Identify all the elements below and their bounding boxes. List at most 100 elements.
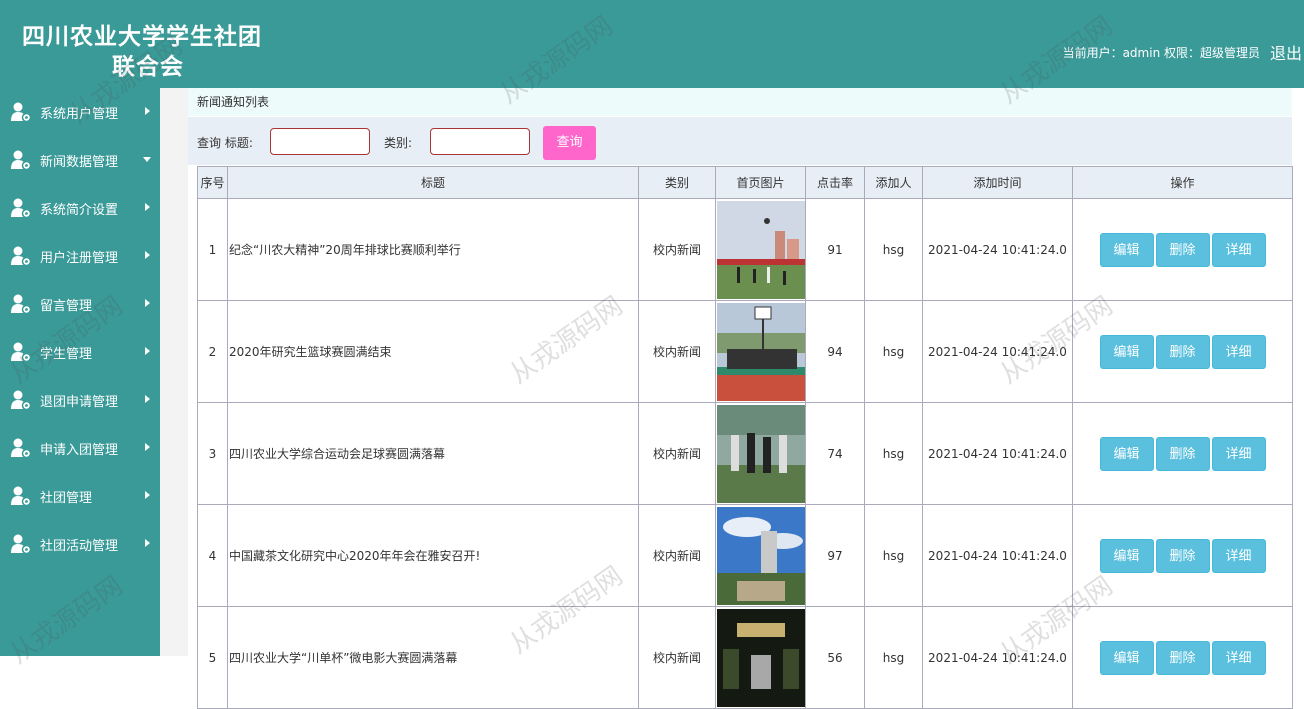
cell-actions: 编辑 删除 详细 [1072, 198, 1293, 301]
detail-button[interactable]: 详细 [1211, 640, 1266, 675]
edit-button[interactable]: 编辑 [1099, 436, 1154, 471]
user-gear-icon [10, 389, 32, 411]
user-gear-icon [10, 437, 32, 459]
delete-button[interactable]: 删除 [1155, 334, 1210, 369]
col-header-author: 添加人 [864, 166, 923, 199]
edit-button[interactable]: 编辑 [1099, 538, 1154, 573]
caret-right-icon [145, 251, 150, 259]
sidebar-item[interactable]: 社团活动管理 [0, 520, 160, 568]
delete-button[interactable]: 删除 [1155, 538, 1210, 573]
cell-no: 1 [197, 198, 228, 301]
delete-button[interactable]: 删除 [1155, 436, 1210, 471]
top-header: 四川农业大学学生社团 联合会 当前用户：admin 权限：超级管理员 退出 [0, 0, 1304, 88]
cell-category: 校内新闻 [638, 606, 716, 709]
title-search-label: 查询 标题: [197, 136, 253, 150]
cell-actions: 编辑 删除 详细 [1072, 504, 1293, 607]
news-thumbnail [716, 200, 805, 299]
sidebar-item-label: 社团管理 [40, 490, 93, 506]
sidebar-item[interactable]: 系统用户管理 [0, 88, 160, 136]
edit-button[interactable]: 编辑 [1099, 334, 1154, 369]
cell-title: 2020年研究生篮球赛圆满结束 [227, 300, 639, 403]
detail-button[interactable]: 详细 [1211, 538, 1266, 573]
cell-author: hsg [864, 504, 923, 607]
cell-actions: 编辑 删除 详细 [1072, 300, 1293, 403]
col-header-time: 添加时间 [922, 166, 1073, 199]
col-header-actions: 操作 [1072, 166, 1293, 199]
cell-title: 纪念“川农大精神”20周年排球比赛顺利举行 [227, 198, 639, 301]
cell-clicks: 56 [805, 606, 865, 709]
sidebar-item[interactable]: 退团申请管理 [0, 376, 160, 424]
cell-title: 中国藏茶文化研究中心2020年年会在雅安召开! [227, 504, 639, 607]
cell-image [715, 300, 806, 403]
cell-time: 2021-04-24 10:41:24.0 [922, 606, 1073, 709]
cell-image [715, 606, 806, 709]
sidebar-item[interactable]: 系统简介设置 [0, 184, 160, 232]
delete-button[interactable]: 删除 [1155, 640, 1210, 675]
table-row: 4 中国藏茶文化研究中心2020年年会在雅安召开! 校内新闻 97 hsg 2021-04… [197, 504, 1293, 607]
cell-author: hsg [864, 606, 923, 709]
sidebar-item-label: 用户注册管理 [40, 250, 119, 266]
sidebar-item-label: 申请入团管理 [40, 442, 119, 458]
detail-button[interactable]: 详细 [1211, 334, 1266, 369]
user-gear-icon [10, 485, 32, 507]
site-title-line1: 四川农业大学学生社团 [22, 23, 262, 50]
user-gear-icon [10, 245, 32, 267]
logout-link[interactable]: 退出 [1270, 40, 1302, 64]
news-thumbnail [716, 506, 805, 605]
sidebar-item-label: 系统简介设置 [40, 202, 119, 218]
sidebar-item-label: 退团申请管理 [40, 394, 119, 410]
cell-clicks: 94 [805, 300, 865, 403]
search-button[interactable]: 查询 [543, 126, 596, 160]
category-search-input[interactable] [430, 128, 530, 155]
sidebar-item[interactable]: 学生管理 [0, 328, 160, 376]
site-title-line2: 联合会 [112, 53, 184, 80]
caret-right-icon [145, 203, 150, 211]
search-bar: 查询 标题: 类别: 查询 [188, 117, 1292, 165]
cell-author: hsg [864, 198, 923, 301]
edit-button[interactable]: 编辑 [1099, 232, 1154, 267]
user-gear-icon [10, 197, 32, 219]
cell-category: 校内新闻 [638, 300, 716, 403]
table-header-row: 序号 标题 类别 首页图片 点击率 添加人 添加时间 操作 [197, 166, 1293, 199]
sidebar-item-label: 社团活动管理 [40, 538, 119, 554]
sidebar-item-label: 学生管理 [40, 346, 93, 362]
sidebar-item-label: 留言管理 [40, 298, 93, 314]
cell-no: 5 [197, 606, 228, 709]
sidebar-item[interactable]: 社团管理 [0, 472, 160, 520]
col-header-image: 首页图片 [715, 166, 806, 199]
category-search-label: 类别: [384, 136, 413, 150]
col-header-category: 类别 [638, 166, 716, 199]
current-user-info: 当前用户：admin 权限：超级管理员 [1062, 46, 1260, 60]
caret-right-icon [145, 539, 150, 547]
news-thumbnail [716, 404, 805, 503]
col-header-no: 序号 [197, 166, 228, 199]
table-row: 3 四川农业大学综合运动会足球赛圆满落幕 校内新闻 74 hsg 2021-04-24 1… [197, 402, 1293, 505]
cell-title: 四川农业大学综合运动会足球赛圆满落幕 [227, 402, 639, 505]
table-row: 5 四川农业大学“川单杯”微电影大赛圆满落幕 校内新闻 56 hsg 2021-04-24… [197, 606, 1293, 709]
cell-title: 四川农业大学“川单杯”微电影大赛圆满落幕 [227, 606, 639, 709]
cell-category: 校内新闻 [638, 504, 716, 607]
news-table: 序号 标题 类别 首页图片 点击率 添加人 添加时间 操作 1 纪念“川农大精神”… [197, 166, 1293, 709]
user-gear-icon [10, 101, 32, 123]
detail-button[interactable]: 详细 [1211, 232, 1266, 267]
caret-right-icon [145, 299, 150, 307]
cell-time: 2021-04-24 10:41:24.0 [922, 504, 1073, 607]
sidebar-item-label: 新闻数据管理 [40, 154, 119, 170]
cell-category: 校内新闻 [638, 402, 716, 505]
sidebar-item[interactable]: 新闻数据管理 [0, 136, 160, 184]
site-title: 四川农业大学学生社团 联合会 [22, 22, 262, 82]
detail-button[interactable]: 详细 [1211, 436, 1266, 471]
title-search-input[interactable] [270, 128, 370, 155]
delete-button[interactable]: 删除 [1155, 232, 1210, 267]
caret-right-icon [145, 107, 150, 115]
caret-right-icon [145, 347, 150, 355]
cell-actions: 编辑 删除 详细 [1072, 606, 1293, 709]
cell-author: hsg [864, 300, 923, 403]
sidebar-item[interactable]: 留言管理 [0, 280, 160, 328]
caret-down-icon [143, 157, 151, 162]
cell-clicks: 91 [805, 198, 865, 301]
edit-button[interactable]: 编辑 [1099, 640, 1154, 675]
caret-right-icon [145, 443, 150, 451]
sidebar-item[interactable]: 用户注册管理 [0, 232, 160, 280]
sidebar-item[interactable]: 申请入团管理 [0, 424, 160, 472]
